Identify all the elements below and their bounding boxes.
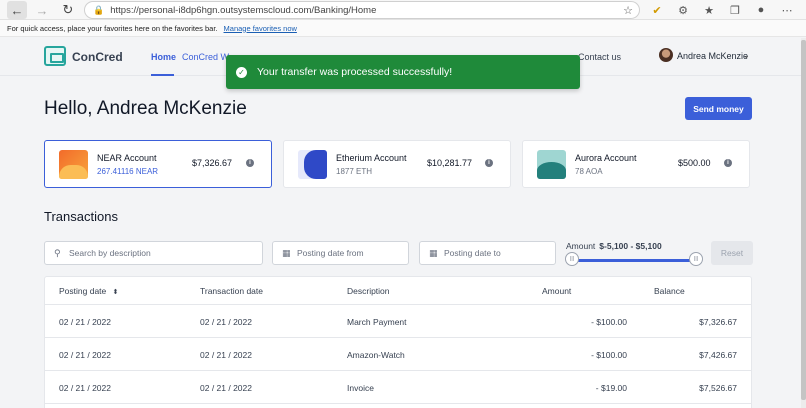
cell-balance: $7,526.67 bbox=[699, 383, 737, 393]
posting-date-to-input[interactable]: ▦ Posting date to bbox=[419, 241, 556, 265]
calendar-icon: ▦ bbox=[282, 248, 291, 258]
reset-button[interactable]: Reset bbox=[711, 241, 753, 265]
transactions-table: Posting date ⬍ Transaction date Descript… bbox=[44, 276, 752, 408]
cell-transaction-date: 02 / 21 / 2022 bbox=[200, 383, 252, 393]
cell-transaction-date: 02 / 21 / 2022 bbox=[200, 317, 252, 327]
amount-slider-max-handle[interactable]: ||| bbox=[689, 252, 703, 266]
scrollbar-thumb[interactable] bbox=[801, 40, 806, 400]
divider bbox=[45, 337, 751, 338]
favorites-bar-text: For quick access, place your favorites h… bbox=[7, 23, 218, 33]
header-label: Posting date bbox=[59, 286, 107, 296]
favorite-star-icon[interactable]: ☆ bbox=[623, 4, 633, 17]
aurora-account-icon bbox=[537, 150, 566, 179]
cell-balance: $7,426.67 bbox=[699, 350, 737, 360]
cell-description: Amazon-Watch bbox=[347, 350, 405, 360]
divider bbox=[45, 370, 751, 371]
collections-icon[interactable]: ❐ bbox=[726, 2, 744, 18]
account-card-aurora[interactable]: Aurora Account 78 AOA $500.00 i bbox=[522, 140, 750, 188]
tab-contact-us[interactable]: Contact us bbox=[578, 52, 621, 62]
info-icon[interactable]: i bbox=[485, 159, 493, 167]
chevron-down-icon[interactable]: ⌄ bbox=[743, 51, 750, 60]
amount-filter-label: Amount $-5,100 - $5,100 bbox=[566, 241, 662, 251]
settings-icon[interactable]: ⚙ bbox=[674, 2, 692, 18]
account-name: Etherium Account bbox=[336, 153, 407, 163]
cell-amount: - $100.00 bbox=[591, 317, 627, 327]
posting-date-from-input[interactable]: ▦ Posting date from bbox=[272, 241, 409, 265]
more-options-icon[interactable]: ⋯ bbox=[778, 2, 796, 18]
date-to-placeholder: Posting date to bbox=[444, 248, 501, 258]
browser-toolbar: ← → ↻ 🔒 https://personal-i8dp6hgn.outsys… bbox=[0, 0, 806, 20]
cell-posting-date: 02 / 21 / 2022 bbox=[59, 317, 111, 327]
column-header-balance: Balance bbox=[654, 286, 685, 296]
cell-posting-date: 02 / 21 / 2022 bbox=[59, 383, 111, 393]
divider bbox=[45, 304, 751, 305]
cell-balance: $7,326.67 bbox=[699, 317, 737, 327]
transactions-title: Transactions bbox=[44, 209, 118, 224]
amount-slider-track[interactable] bbox=[572, 259, 696, 262]
search-input[interactable]: ⚲ Search by description bbox=[44, 241, 263, 265]
column-header-transaction-date: Transaction date bbox=[200, 286, 263, 296]
cell-posting-date: 02 / 21 / 2022 bbox=[59, 350, 111, 360]
toast-message: Your transfer was processed successfully… bbox=[257, 66, 453, 78]
brand-name[interactable]: ConCred bbox=[72, 50, 123, 64]
account-name: Aurora Account bbox=[575, 153, 637, 163]
user-name[interactable]: Andrea McKenzie bbox=[677, 51, 748, 61]
sort-icon[interactable]: ⬍ bbox=[113, 289, 119, 296]
account-card-etherium[interactable]: Etherium Account 1877 ETH $10,281.77 i bbox=[283, 140, 511, 188]
search-icon: ⚲ bbox=[54, 248, 61, 258]
account-balance-crypto: 78 AOA bbox=[575, 167, 603, 176]
account-balance-usd: $7,326.67 bbox=[192, 158, 233, 168]
info-icon[interactable]: i bbox=[246, 159, 254, 167]
avatar[interactable] bbox=[659, 48, 673, 62]
page-title: Hello, Andrea McKenzie bbox=[44, 98, 247, 119]
lock-icon: 🔒 bbox=[93, 4, 105, 15]
favorites-bar: For quick access, place your favorites h… bbox=[0, 20, 806, 37]
address-bar[interactable]: 🔒 https://personal-i8dp6hgn.outsystemscl… bbox=[84, 1, 640, 19]
check-circle-icon: ✓ bbox=[236, 66, 247, 78]
amount-range-value: $-5,100 - $5,100 bbox=[599, 241, 662, 251]
amount-label: Amount bbox=[566, 241, 596, 251]
cell-description: March Payment bbox=[347, 317, 407, 327]
back-button[interactable]: ← bbox=[7, 1, 27, 19]
date-from-placeholder: Posting date from bbox=[297, 248, 364, 258]
manage-favorites-link[interactable]: Manage favorites now bbox=[224, 24, 297, 33]
profile-icon[interactable]: ● bbox=[752, 2, 770, 18]
favorites-icon[interactable]: ★ bbox=[700, 2, 718, 18]
reload-button[interactable]: ↻ bbox=[58, 1, 78, 19]
account-balance-usd: $10,281.77 bbox=[427, 158, 473, 168]
account-balance-crypto[interactable]: 267.41116 NEAR bbox=[97, 167, 158, 176]
column-header-description: Description bbox=[347, 286, 390, 296]
account-balance-crypto: 1877 ETH bbox=[336, 167, 373, 176]
success-toast: ✓ Your transfer was processed successful… bbox=[226, 55, 580, 89]
account-balance-usd: $500.00 bbox=[678, 158, 711, 168]
calendar-icon: ▦ bbox=[429, 248, 438, 258]
column-header-posting-date[interactable]: Posting date ⬍ bbox=[59, 286, 119, 296]
send-money-button[interactable]: Send money bbox=[685, 97, 752, 120]
account-card-near[interactable]: NEAR Account 267.41116 NEAR $7,326.67 i bbox=[44, 140, 272, 188]
cell-transaction-date: 02 / 21 / 2022 bbox=[200, 350, 252, 360]
cell-amount: - $100.00 bbox=[591, 350, 627, 360]
concred-logo-icon[interactable] bbox=[44, 46, 66, 66]
extension-icon[interactable]: ✔ bbox=[648, 2, 666, 18]
near-account-icon bbox=[59, 150, 88, 179]
account-name: NEAR Account bbox=[97, 153, 157, 163]
column-header-amount: Amount bbox=[542, 286, 572, 296]
active-tab-indicator bbox=[151, 74, 174, 76]
cell-amount: - $19.00 bbox=[595, 383, 627, 393]
search-placeholder: Search by description bbox=[69, 248, 151, 258]
etherium-account-icon bbox=[298, 150, 327, 179]
amount-slider-min-handle[interactable]: ||| bbox=[565, 252, 579, 266]
cell-description: Invoice bbox=[347, 383, 374, 393]
forward-button[interactable]: → bbox=[32, 1, 52, 19]
tab-home[interactable]: Home bbox=[151, 52, 176, 62]
url-text: https://personal-i8dp6hgn.outsystemsclou… bbox=[110, 4, 377, 16]
info-icon[interactable]: i bbox=[724, 159, 732, 167]
divider bbox=[45, 403, 751, 404]
